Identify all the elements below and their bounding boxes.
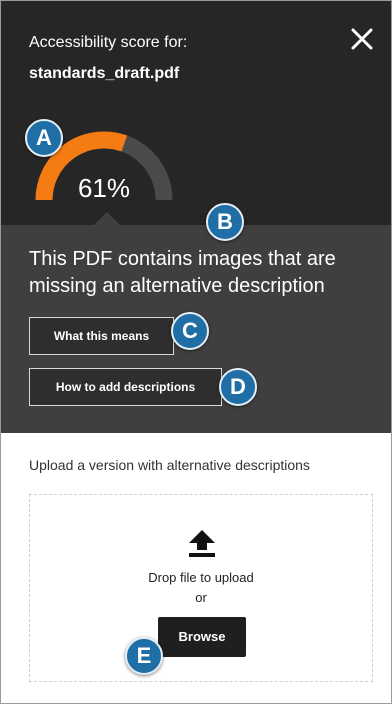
callout-b: B	[206, 203, 244, 241]
drop-file-text: Drop file to upload	[148, 570, 254, 585]
accessibility-panel: Accessibility score for: standards_draft…	[0, 0, 392, 704]
score-percent: 61%	[77, 173, 131, 203]
callout-d: D	[219, 368, 257, 406]
issue-message: This PDF contains images that are missin…	[29, 248, 336, 297]
upload-label: Upload a version with alternative descri…	[29, 457, 310, 473]
what-this-means-button[interactable]: What this means	[29, 317, 174, 355]
score-label: Accessibility score for:	[29, 34, 188, 51]
callout-a: A	[25, 119, 63, 157]
how-to-add-descriptions-button[interactable]: How to add descriptions	[29, 368, 222, 406]
close-icon[interactable]	[348, 25, 376, 53]
file-name: standards_draft.pdf	[29, 65, 180, 82]
or-text: or	[195, 590, 207, 605]
callout-e: E	[125, 637, 163, 675]
browse-button[interactable]: Browse	[158, 617, 246, 657]
upload-icon	[188, 528, 216, 563]
gauge-pointer	[94, 212, 120, 225]
callout-c: C	[171, 312, 209, 350]
